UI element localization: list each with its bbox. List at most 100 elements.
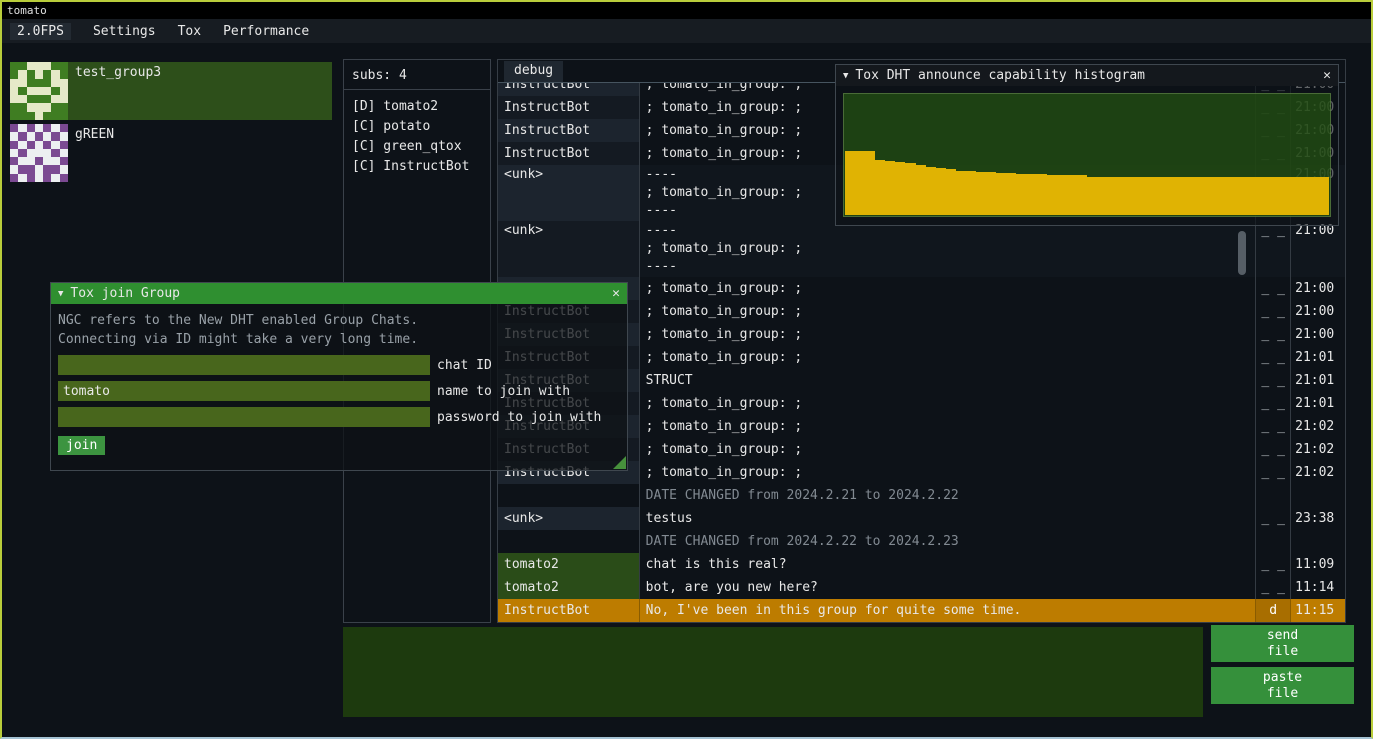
menu-tox[interactable]: Tox: [178, 24, 201, 39]
message-text[interactable]: testus: [640, 507, 1257, 530]
group-item-green[interactable]: gREEN: [10, 124, 332, 182]
member-instructbot[interactable]: [C] InstructBot: [352, 157, 482, 177]
message-time: 21:00: [1291, 221, 1345, 277]
message-author[interactable]: <unk>: [498, 165, 640, 221]
message-text[interactable]: ; tomato_in_group: ;: [640, 277, 1257, 300]
group-name: test_group3: [75, 65, 161, 120]
member-tomato2[interactable]: [D] tomato2: [352, 97, 482, 117]
message-row[interactable]: <unk> ---- ; tomato_in_group: ; ---- _ _…: [498, 221, 1345, 277]
message-author[interactable]: <unk>: [498, 507, 640, 530]
message-status: _ _: [1256, 553, 1291, 576]
message-status: [1256, 484, 1291, 507]
join-button[interactable]: join: [58, 436, 105, 455]
message-status: _ _: [1256, 576, 1291, 599]
message-row[interactable]: tomato2 bot, are you new here? _ _ 11:14: [498, 576, 1345, 599]
message-text[interactable]: chat is this real?: [640, 553, 1257, 576]
join-password-input[interactable]: [58, 407, 430, 427]
collapse-icon[interactable]: ▼: [843, 71, 848, 81]
message-status: _ _: [1256, 461, 1291, 484]
chat-id-input[interactable]: [58, 355, 430, 375]
message-author[interactable]: InstructBot: [498, 142, 640, 165]
message-time: 11:15: [1291, 599, 1345, 622]
message-status: _ _: [1256, 507, 1291, 530]
message-author[interactable]: [498, 530, 640, 553]
join-group-window: ▼ Tox join Group ✕ NGC refers to the New…: [50, 282, 628, 471]
message-text[interactable]: ; tomato_in_group: ;: [640, 392, 1257, 415]
message-status: _ _: [1256, 346, 1291, 369]
join-hint-line2: Connecting via ID might take a very long…: [58, 330, 620, 349]
close-icon[interactable]: ✕: [1323, 68, 1331, 83]
message-text[interactable]: ; tomato_in_group: ;: [640, 461, 1257, 484]
message-author[interactable]: tomato2: [498, 576, 640, 599]
message-text[interactable]: No, I've been in this group for quite so…: [640, 599, 1257, 622]
group-item-test_group3[interactable]: test_group3: [10, 62, 332, 120]
join-window-titlebar[interactable]: ▼ Tox join Group ✕: [51, 283, 627, 304]
join-window-title: Tox join Group: [70, 286, 180, 301]
member-potato[interactable]: [C] potato: [352, 117, 482, 137]
message-row[interactable]: tomato2 chat is this real? _ _ 11:09: [498, 553, 1345, 576]
window-title: tomato: [7, 4, 47, 17]
histogram-plot: [843, 93, 1331, 217]
message-author[interactable]: <unk>: [498, 221, 640, 277]
app-window: tomato 2.0FPS Settings Tox Performance t…: [0, 0, 1373, 739]
send-file-label: send: [1267, 628, 1298, 644]
message-time: 21:00: [1291, 300, 1345, 323]
message-author[interactable]: InstructBot: [498, 96, 640, 119]
message-text[interactable]: DATE CHANGED from 2024.2.22 to 2024.2.23: [640, 530, 1257, 553]
member-green_qtox[interactable]: [C] green_qtox: [352, 137, 482, 157]
message-status: _ _: [1256, 277, 1291, 300]
message-author[interactable]: InstructBot: [498, 599, 640, 622]
message-status: _ _: [1256, 323, 1291, 346]
group-avatar: [10, 62, 68, 120]
message-author[interactable]: InstructBot: [498, 83, 640, 96]
message-text[interactable]: STRUCT: [640, 369, 1257, 392]
message-time: 21:01: [1291, 369, 1345, 392]
message-text[interactable]: ; tomato_in_group: ;: [640, 415, 1257, 438]
message-row[interactable]: InstructBot No, I've been in this group …: [498, 599, 1345, 622]
tab-debug[interactable]: debug: [504, 61, 563, 82]
message-text[interactable]: DATE CHANGED from 2024.2.21 to 2024.2.22: [640, 484, 1257, 507]
message-row[interactable]: <unk> testus _ _ 23:38: [498, 507, 1345, 530]
message-time: 21:02: [1291, 415, 1345, 438]
message-input[interactable]: [343, 627, 1203, 717]
window-titlebar[interactable]: tomato: [2, 2, 1371, 19]
collapse-icon[interactable]: ▼: [58, 289, 63, 299]
join-window-body: NGC refers to the New DHT enabled Group …: [51, 304, 627, 462]
menu-performance[interactable]: Performance: [223, 24, 309, 39]
message-text[interactable]: bot, are you new here?: [640, 576, 1257, 599]
message-time: [1291, 484, 1345, 507]
subs-count: subs: 4: [352, 66, 482, 85]
message-text[interactable]: ; tomato_in_group: ;: [640, 300, 1257, 323]
scrollbar-thumb[interactable]: [1238, 231, 1246, 275]
message-text[interactable]: ---- ; tomato_in_group: ; ----: [640, 221, 1257, 277]
separator: [344, 89, 490, 90]
close-icon[interactable]: ✕: [612, 286, 620, 301]
message-time: 23:38: [1291, 507, 1345, 530]
group-avatar: [10, 124, 68, 182]
menu-settings[interactable]: Settings: [93, 24, 156, 39]
paste-file-label: paste: [1263, 670, 1302, 686]
message-text[interactable]: ; tomato_in_group: ;: [640, 438, 1257, 461]
paste-file-button[interactable]: paste file: [1211, 667, 1354, 704]
join-name-label: name to join with: [437, 384, 570, 399]
message-time: 11:14: [1291, 576, 1345, 599]
send-file-button[interactable]: send file: [1211, 625, 1354, 662]
message-status: d: [1256, 599, 1291, 622]
message-text[interactable]: ; tomato_in_group: ;: [640, 346, 1257, 369]
message-time: 11:09: [1291, 553, 1345, 576]
message-text[interactable]: ; tomato_in_group: ;: [640, 323, 1257, 346]
histogram-window-titlebar[interactable]: ▼ Tox DHT announce capability histogram …: [836, 65, 1338, 86]
group-name: gREEN: [75, 127, 114, 182]
message-row[interactable]: DATE CHANGED from 2024.2.22 to 2024.2.23: [498, 530, 1345, 553]
resize-grip-icon[interactable]: [613, 456, 626, 469]
message-status: _ _: [1256, 438, 1291, 461]
paste-file-label: file: [1267, 686, 1298, 702]
message-row[interactable]: DATE CHANGED from 2024.2.21 to 2024.2.22: [498, 484, 1345, 507]
join-password-label: password to join with: [437, 410, 601, 425]
message-author[interactable]: InstructBot: [498, 119, 640, 142]
message-author[interactable]: [498, 484, 640, 507]
message-status: _ _: [1256, 392, 1291, 415]
chat-id-label: chat ID: [437, 358, 492, 373]
message-author[interactable]: tomato2: [498, 553, 640, 576]
join-name-input[interactable]: [58, 381, 430, 401]
